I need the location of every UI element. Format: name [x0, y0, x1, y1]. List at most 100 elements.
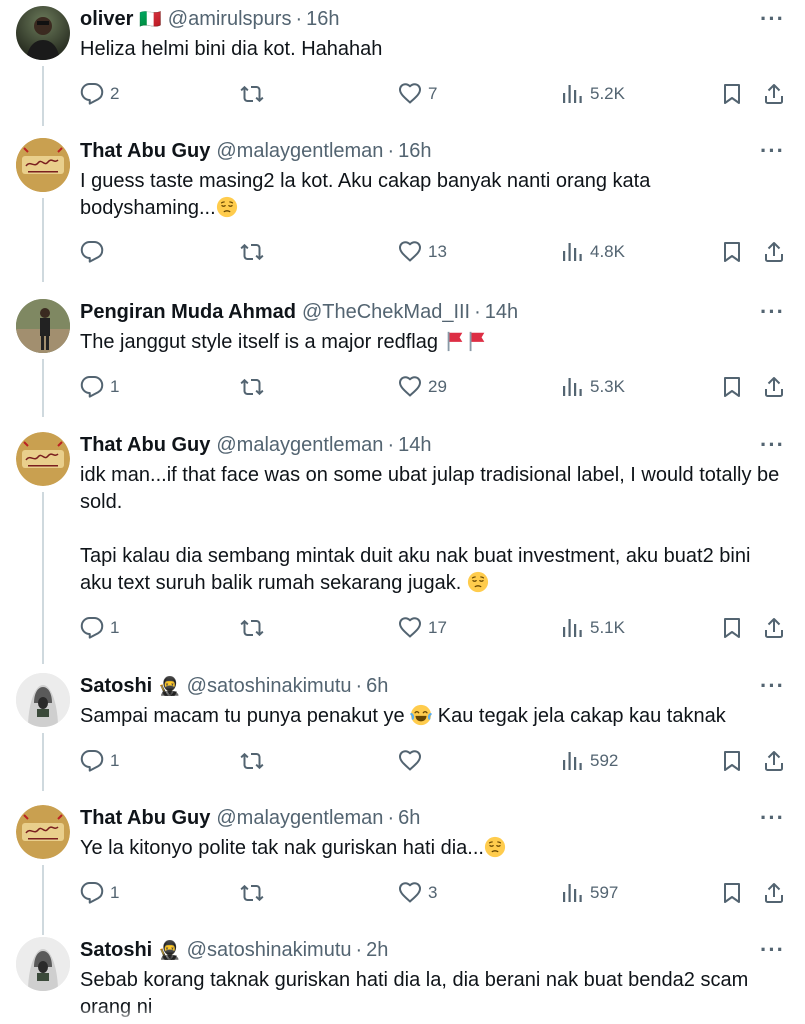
like-count: 17	[428, 618, 447, 637]
more-options-icon[interactable]: ···	[760, 432, 785, 458]
tweet[interactable]: That Abu Guy @malaygentleman · 6h ··· Ye…	[0, 805, 805, 935]
separator: ·	[387, 139, 395, 162]
views-button[interactable]: 592	[560, 747, 618, 775]
tweet[interactable]: That Abu Guy @malaygentleman · 14h ··· i…	[0, 432, 805, 664]
views-button[interactable]: 5.1K	[560, 614, 625, 642]
reply-button[interactable]: 1	[80, 879, 119, 907]
bookmark-button[interactable]	[720, 747, 744, 775]
timestamp[interactable]: 6h	[398, 807, 420, 830]
separator: ·	[295, 7, 303, 30]
bookmark-icon	[720, 616, 744, 640]
display-name[interactable]: That Abu Guy	[80, 140, 210, 163]
ninja-emoji-badge: 🥷	[158, 939, 181, 960]
reply-button[interactable]: 2	[80, 80, 119, 108]
handle[interactable]: @satoshinakimutu	[187, 675, 352, 698]
share-button[interactable]	[762, 879, 786, 907]
handle[interactable]: @malaygentleman	[216, 434, 383, 457]
views-icon	[560, 881, 584, 905]
like-button[interactable]: 3	[398, 879, 437, 907]
bookmark-icon	[720, 375, 744, 399]
retweet-button[interactable]	[240, 238, 264, 266]
reply-icon	[80, 375, 104, 399]
like-button[interactable]: 29	[398, 373, 447, 401]
retweet-button[interactable]	[240, 614, 264, 642]
timestamp[interactable]: 14h	[398, 434, 431, 457]
views-icon	[560, 82, 584, 106]
handle[interactable]: @malaygentleman	[216, 807, 383, 830]
retweet-button[interactable]	[240, 373, 264, 401]
retweet-icon	[240, 375, 264, 399]
more-options-icon[interactable]: ···	[760, 805, 785, 831]
like-button[interactable]	[398, 747, 422, 775]
bookmark-button[interactable]	[720, 879, 744, 907]
handle[interactable]: @satoshinakimutu	[187, 939, 352, 962]
display-name[interactable]: That Abu Guy	[80, 807, 210, 830]
reply-count: 1	[110, 751, 120, 770]
display-name[interactable]: Pengiran Muda Ahmad	[80, 301, 296, 324]
tweet[interactable]: Satoshi 🥷 @satoshinakimutu · 6h ··· Samp…	[0, 673, 805, 791]
views-button[interactable]: 5.3K	[560, 373, 625, 401]
like-button[interactable]: 17	[398, 614, 447, 642]
pensive-emoji-icon	[216, 196, 238, 218]
bookmark-button[interactable]	[720, 373, 744, 401]
avatar[interactable]	[16, 937, 70, 991]
bookmark-button[interactable]	[720, 80, 744, 108]
reply-button[interactable]: 1	[80, 747, 119, 775]
avatar[interactable]	[16, 673, 70, 727]
share-button[interactable]	[762, 373, 786, 401]
timestamp[interactable]: 6h	[366, 675, 388, 698]
bookmark-icon	[720, 82, 744, 106]
timestamp[interactable]: 16h	[306, 8, 339, 31]
views-button[interactable]: 4.8K	[560, 238, 625, 266]
like-button[interactable]: 7	[398, 80, 437, 108]
like-button[interactable]: 13	[398, 238, 447, 266]
share-button[interactable]	[762, 614, 786, 642]
retweet-button[interactable]	[240, 747, 264, 775]
timestamp[interactable]: 14h	[485, 301, 518, 324]
tweet-text-content: The janggut style itself is a major redf…	[80, 331, 438, 353]
tweet-text: Ye la kitonyo polite tak nak guriskan ha…	[80, 835, 785, 862]
reply-button[interactable]	[80, 238, 104, 266]
heart-icon	[398, 82, 422, 106]
handle[interactable]: @TheChekMad_III	[302, 301, 470, 324]
tweet-text-paragraph: idk man...if that face was on some ubat …	[80, 464, 785, 513]
timestamp[interactable]: 2h	[366, 939, 388, 962]
more-options-icon[interactable]: ···	[760, 6, 785, 32]
display-name[interactable]: That Abu Guy	[80, 434, 210, 457]
tweet[interactable]: Pengiran Muda Ahmad @TheChekMad_III · 14…	[0, 299, 805, 417]
retweet-button[interactable]	[240, 80, 264, 108]
avatar[interactable]	[16, 299, 70, 353]
views-button[interactable]: 5.2K	[560, 80, 625, 108]
tweet-text: Sampai macam tu punya penakut ye Kau teg…	[80, 703, 785, 730]
tweet[interactable]: oliver 🇮🇹 @amirulspurs · 16h ··· Heliza …	[0, 6, 805, 126]
more-options-icon[interactable]: ···	[760, 138, 785, 164]
avatar[interactable]	[16, 432, 70, 486]
bookmark-button[interactable]	[720, 238, 744, 266]
share-button[interactable]	[762, 238, 786, 266]
reply-button[interactable]: 1	[80, 614, 119, 642]
display-name[interactable]: Satoshi	[80, 675, 152, 698]
share-button[interactable]	[762, 747, 786, 775]
heart-icon	[398, 240, 422, 264]
avatar[interactable]	[16, 138, 70, 192]
tweet[interactable]: That Abu Guy @malaygentleman · 16h ··· I…	[0, 138, 805, 282]
more-options-icon[interactable]: ···	[760, 937, 785, 963]
more-options-icon[interactable]: ···	[760, 299, 785, 325]
reply-count: 1	[110, 618, 120, 637]
more-options-icon[interactable]: ···	[760, 673, 785, 699]
bookmark-button[interactable]	[720, 614, 744, 642]
tweet-text-content: Sampai macam tu punya penakut ye	[80, 705, 405, 727]
handle[interactable]: @malaygentleman	[216, 140, 383, 163]
display-name[interactable]: oliver	[80, 8, 133, 31]
retweet-button[interactable]	[240, 879, 264, 907]
avatar[interactable]	[16, 805, 70, 859]
avatar[interactable]	[16, 6, 70, 60]
display-name[interactable]: Satoshi	[80, 939, 152, 962]
thread-line	[42, 492, 44, 664]
share-button[interactable]	[762, 80, 786, 108]
timestamp[interactable]: 16h	[398, 140, 431, 163]
handle[interactable]: @amirulspurs	[168, 8, 292, 31]
reply-button[interactable]: 1	[80, 373, 119, 401]
tweet[interactable]: Satoshi 🥷 @satoshinakimutu · 2h ··· Seba…	[0, 937, 805, 1024]
views-button[interactable]: 597	[560, 879, 618, 907]
